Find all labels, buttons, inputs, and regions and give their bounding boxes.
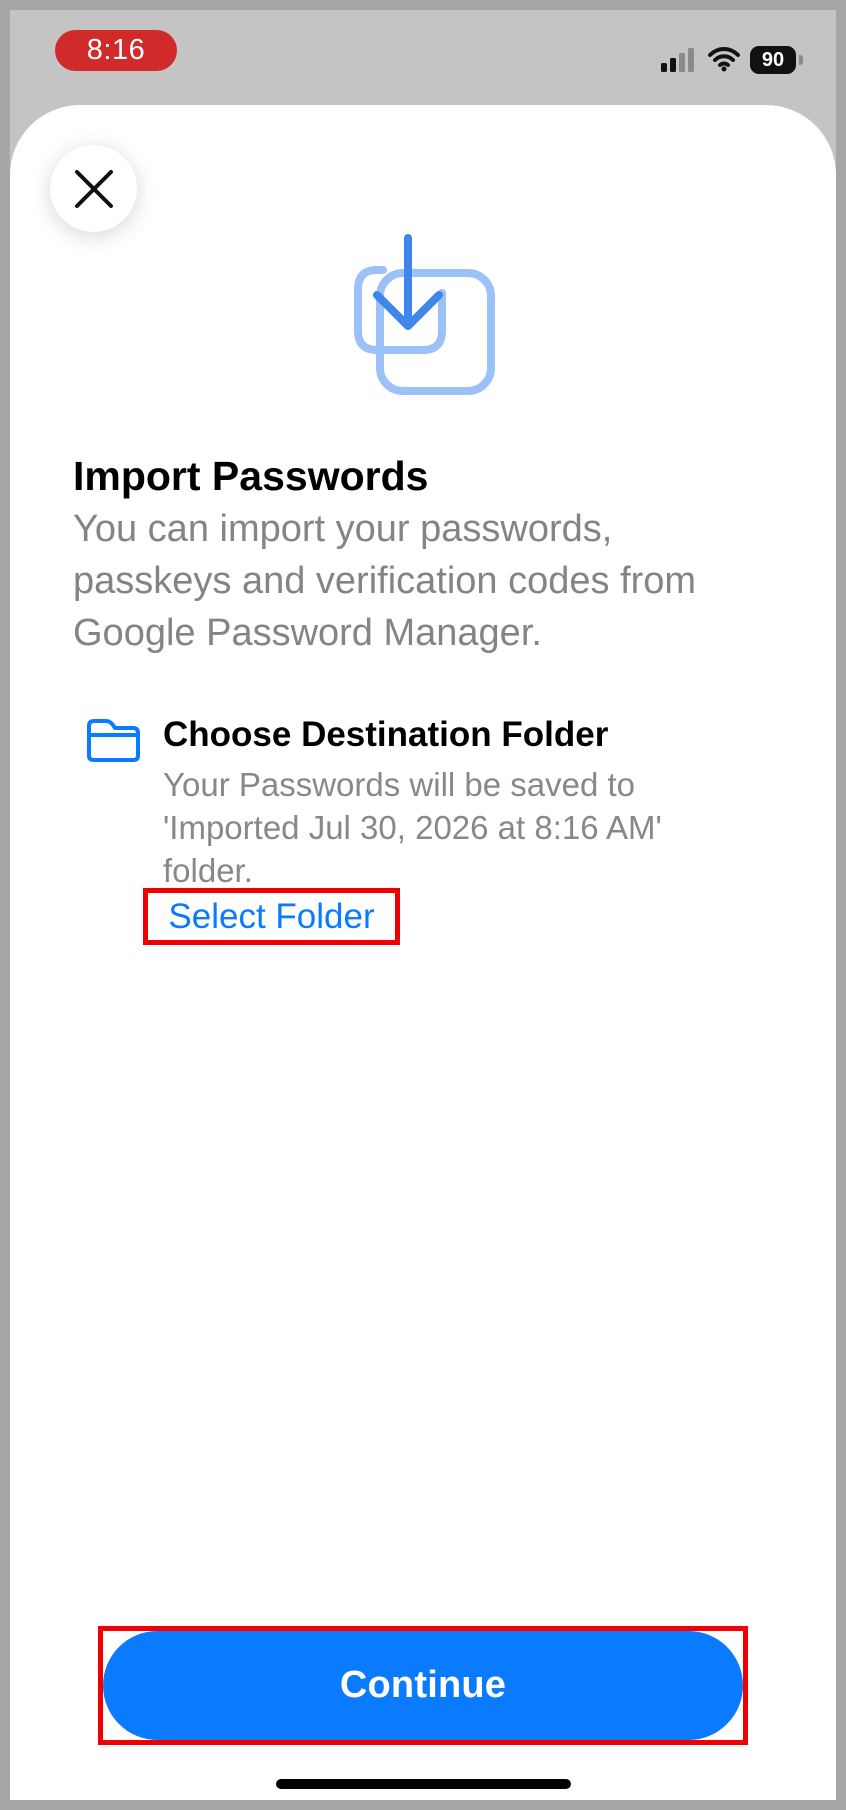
wifi-icon [708, 47, 740, 72]
battery-icon: 90 [750, 46, 806, 74]
folder-description-line: Your Passwords will be saved to [163, 766, 636, 803]
continue-button[interactable]: Continue [103, 1631, 743, 1740]
phone-screen: 8:16 90 Import Passwords You can import … [0, 0, 846, 1810]
select-folder-link[interactable]: Select Folder [143, 888, 400, 945]
battery-tip [799, 55, 803, 65]
cellular-signal-icon [661, 48, 694, 72]
screen-content: 8:16 90 Import Passwords You can import … [10, 10, 836, 1800]
home-indicator[interactable] [276, 1779, 571, 1789]
folder-section-title: Choose Destination Folder [163, 715, 609, 754]
folder-description-line: 'Imported Jul 30, 2026 at 8:16 AM' [163, 809, 662, 846]
import-passwords-sheet: Import Passwords You can import your pas… [10, 105, 836, 1800]
import-description: You can import your passwords, passkeys … [73, 508, 697, 654]
folder-description: Your Passwords will be saved to 'Importe… [163, 763, 813, 892]
folder-icon [87, 719, 140, 762]
close-icon [74, 169, 113, 208]
page-title: Import Passwords [73, 453, 429, 499]
battery-level: 90 [750, 46, 796, 74]
folder-description-line: folder. [163, 852, 253, 889]
status-bar: 8:16 90 [10, 10, 836, 105]
import-download-icon [354, 234, 495, 395]
close-button[interactable] [50, 145, 137, 232]
status-time: 8:16 [55, 30, 177, 71]
